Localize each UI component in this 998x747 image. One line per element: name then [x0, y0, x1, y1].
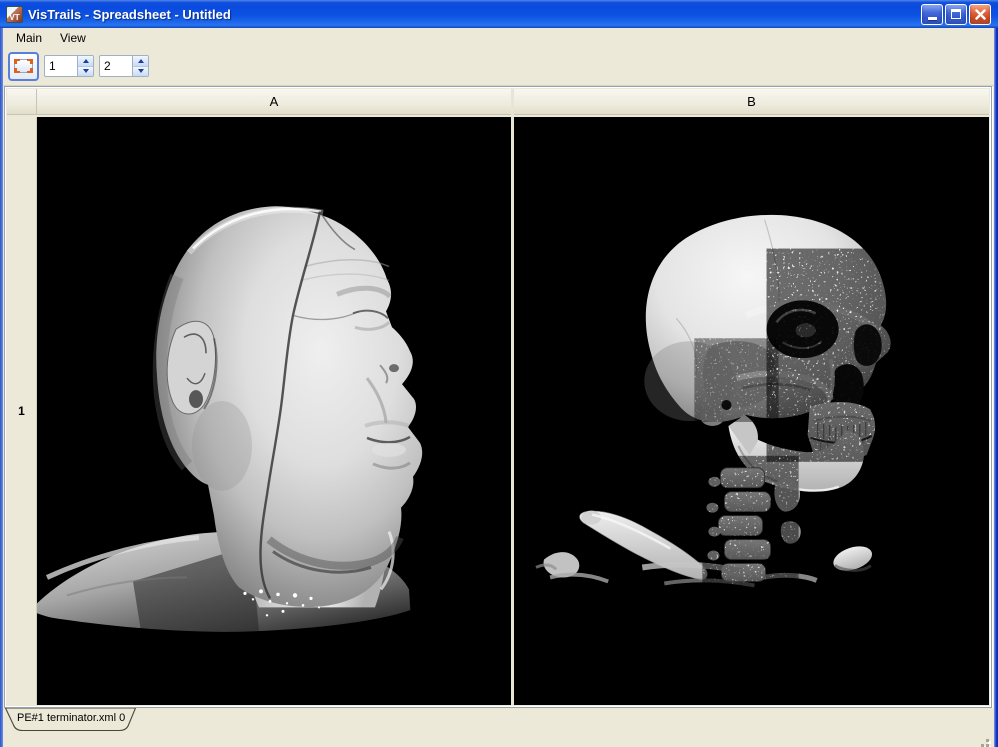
window-frame-right — [994, 0, 998, 747]
column-count-down-button[interactable] — [133, 67, 148, 77]
maximize-button[interactable] — [945, 4, 967, 25]
column-count-spinbox[interactable]: 2 — [99, 55, 149, 77]
window-title: VisTrails - Spreadsheet - Untitled — [28, 7, 921, 22]
minimize-icon — [928, 17, 937, 20]
fullscreen-corners-icon — [14, 59, 33, 73]
minimize-button[interactable] — [921, 4, 943, 25]
fullscreen-button[interactable] — [8, 52, 39, 81]
maximize-icon — [951, 9, 961, 19]
menu-item-view[interactable]: View — [51, 29, 95, 47]
window-controls — [921, 4, 991, 25]
row-header-1[interactable]: 1 — [7, 117, 37, 705]
column-header-b[interactable]: B — [514, 89, 989, 115]
sheet-tab[interactable]: PE#1 terminator.xml 0 — [4, 708, 138, 733]
arrow-down-icon — [83, 69, 89, 73]
column-header-a[interactable]: A — [37, 89, 511, 115]
head-skin-render-image — [37, 117, 511, 705]
column-count-spin-buttons — [132, 56, 148, 76]
titlebar: VT VisTrails - Spreadsheet - Untitled — [0, 0, 998, 28]
grid-corner-header[interactable] — [7, 89, 37, 115]
arrow-up-icon — [83, 59, 89, 63]
resize-grip[interactable] — [986, 739, 989, 742]
close-button[interactable] — [969, 4, 991, 25]
close-icon — [975, 9, 986, 20]
window-frame-left — [0, 0, 3, 747]
row-count-up-button[interactable] — [78, 56, 93, 67]
row-count-spinbox[interactable]: 1 — [44, 55, 94, 77]
arrow-up-icon — [138, 59, 144, 63]
menu-item-main[interactable]: Main — [7, 29, 51, 47]
vistrails-spreadsheet-window: VT VisTrails - Spreadsheet - Untitled Ma… — [0, 0, 998, 747]
vistrails-logo-icon: VT — [6, 6, 23, 23]
menubar: Main View — [3, 28, 994, 47]
column-header-row: A B — [7, 89, 989, 115]
toolbar: 1 2 — [3, 47, 994, 86]
sheet-tabbar: PE#1 terminator.xml 0 — [3, 708, 994, 735]
arrow-down-icon — [138, 69, 144, 73]
row-count-down-button[interactable] — [78, 67, 93, 77]
skull-render-image — [514, 117, 989, 705]
row-count-value[interactable]: 1 — [45, 56, 77, 76]
row-count-spin-buttons — [77, 56, 93, 76]
spreadsheet-cell-a1[interactable] — [37, 117, 511, 705]
tab-label: PE#1 terminator.xml 0 — [17, 712, 125, 724]
spreadsheet-row-1: 1 — [7, 117, 989, 705]
spreadsheet-cell-b1[interactable] — [514, 117, 989, 705]
column-count-up-button[interactable] — [133, 56, 148, 67]
spreadsheet-grid: A B 1 — [4, 86, 992, 708]
column-count-value[interactable]: 2 — [100, 56, 132, 76]
